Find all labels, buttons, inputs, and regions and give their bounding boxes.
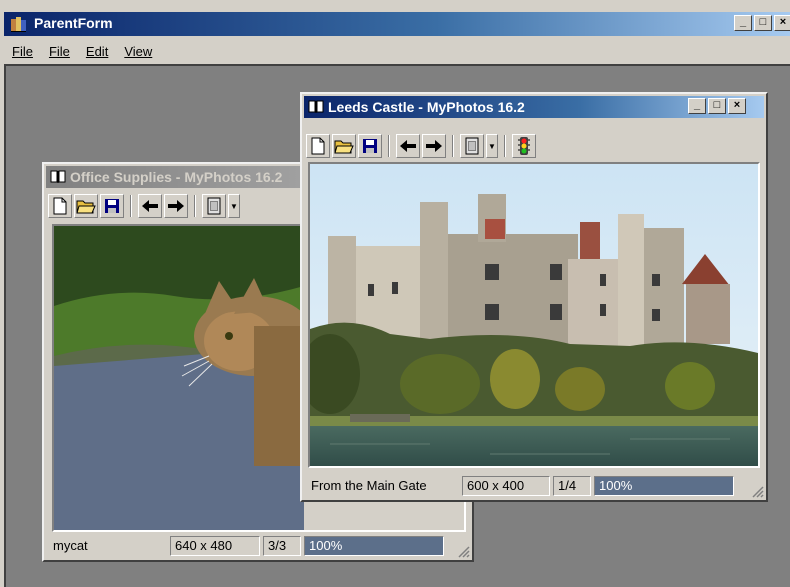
- previous-button[interactable]: [138, 194, 162, 218]
- office-status-bar: mycat 640 x 480 3/3 100%: [46, 534, 470, 558]
- leeds-maximize-button[interactable]: □: [708, 98, 726, 114]
- image-style-button[interactable]: [460, 134, 484, 158]
- chevron-down-icon: ▼: [230, 201, 238, 211]
- toolbar-separator: [452, 135, 454, 157]
- office-window-title: Office Supplies - MyPhotos 16.2: [70, 169, 283, 185]
- resize-grip-icon[interactable]: [456, 544, 470, 558]
- leeds-minimize-button[interactable]: _: [688, 98, 706, 114]
- castle-photo: [310, 164, 758, 466]
- book-icon: [50, 170, 66, 183]
- parent-maximize-button[interactable]: □: [754, 15, 772, 31]
- book-icon: [308, 100, 324, 113]
- leeds-image: [308, 162, 760, 468]
- toolbar-separator: [130, 195, 132, 217]
- open-folder-icon: [334, 140, 354, 154]
- toolbar-separator: [504, 135, 506, 157]
- save-disk-icon: [105, 199, 119, 213]
- resize-grip-icon[interactable]: [750, 484, 764, 498]
- office-status-caption: mycat: [53, 538, 88, 553]
- open-button[interactable]: [332, 134, 356, 158]
- image-style-button[interactable]: [202, 194, 226, 218]
- new-button[interactable]: [306, 134, 330, 158]
- save-disk-icon: [363, 139, 377, 153]
- office-status-size: 640 x 480: [170, 536, 260, 556]
- menu-file-2[interactable]: File: [41, 44, 78, 59]
- menu-view[interactable]: View: [116, 44, 160, 59]
- office-status-progress: 100%: [304, 536, 444, 556]
- image-style-dropdown[interactable]: ▼: [228, 194, 240, 218]
- leeds-status-caption: From the Main Gate: [311, 478, 427, 493]
- new-file-icon: [311, 137, 325, 155]
- leeds-status-progress: 100%: [594, 476, 734, 496]
- menu-file-2-label: File: [48, 43, 70, 59]
- next-button[interactable]: [164, 194, 188, 218]
- leeds-status-index: 1/4: [553, 476, 591, 496]
- menu-file-1-label: File: [12, 43, 33, 59]
- toolbar-separator: [194, 195, 196, 217]
- image-frame-icon: [207, 197, 221, 215]
- leeds-close-button[interactable]: ×: [728, 98, 746, 114]
- leeds-title-bar[interactable]: Leeds Castle - MyPhotos 16.2 _ □ ×: [304, 96, 764, 118]
- leeds-window-title: Leeds Castle - MyPhotos 16.2: [328, 99, 525, 115]
- open-folder-icon: [76, 200, 96, 214]
- chevron-down-icon: ▼: [488, 141, 496, 151]
- image-style-dropdown[interactable]: ▼: [486, 134, 498, 158]
- leeds-castle-window[interactable]: Leeds Castle - MyPhotos 16.2 _ □ × ▼ Fro…: [300, 92, 768, 502]
- image-frame-icon: [465, 137, 479, 155]
- save-button[interactable]: [100, 194, 124, 218]
- office-status-index: 3/3: [263, 536, 301, 556]
- menu-edit[interactable]: Edit: [78, 44, 116, 59]
- arrow-right-icon: [426, 140, 442, 152]
- office-toolbar: ▼: [48, 192, 240, 220]
- arrow-right-icon: [168, 200, 184, 212]
- save-button[interactable]: [358, 134, 382, 158]
- parent-title: ParentForm: [34, 15, 113, 31]
- parent-close-button[interactable]: ×: [774, 15, 790, 31]
- arrow-left-icon: [142, 200, 158, 212]
- parent-minimize-button[interactable]: _: [734, 15, 752, 31]
- leeds-status-bar: From the Main Gate 600 x 400 1/4 100%: [304, 474, 764, 498]
- previous-button[interactable]: [396, 134, 420, 158]
- parent-window: ParentForm _ □ × File File Edit View Off…: [0, 0, 790, 587]
- toolbar-separator: [388, 135, 390, 157]
- menu-file-1[interactable]: File: [4, 44, 41, 59]
- menu-bar: File File Edit View: [4, 38, 790, 64]
- leeds-toolbar: ▼: [306, 132, 536, 160]
- menu-edit-label: Edit: [85, 43, 109, 59]
- arrow-left-icon: [400, 140, 416, 152]
- traffic-light-icon: [518, 137, 530, 155]
- open-button[interactable]: [74, 194, 98, 218]
- next-button[interactable]: [422, 134, 446, 158]
- parent-title-bar[interactable]: ParentForm _ □ ×: [4, 12, 790, 36]
- new-button[interactable]: [48, 194, 72, 218]
- menu-view-label: View: [124, 43, 153, 59]
- traffic-light-button[interactable]: [512, 134, 536, 158]
- app-icon: [11, 17, 26, 32]
- new-file-icon: [53, 197, 67, 215]
- leeds-status-size: 600 x 400: [462, 476, 550, 496]
